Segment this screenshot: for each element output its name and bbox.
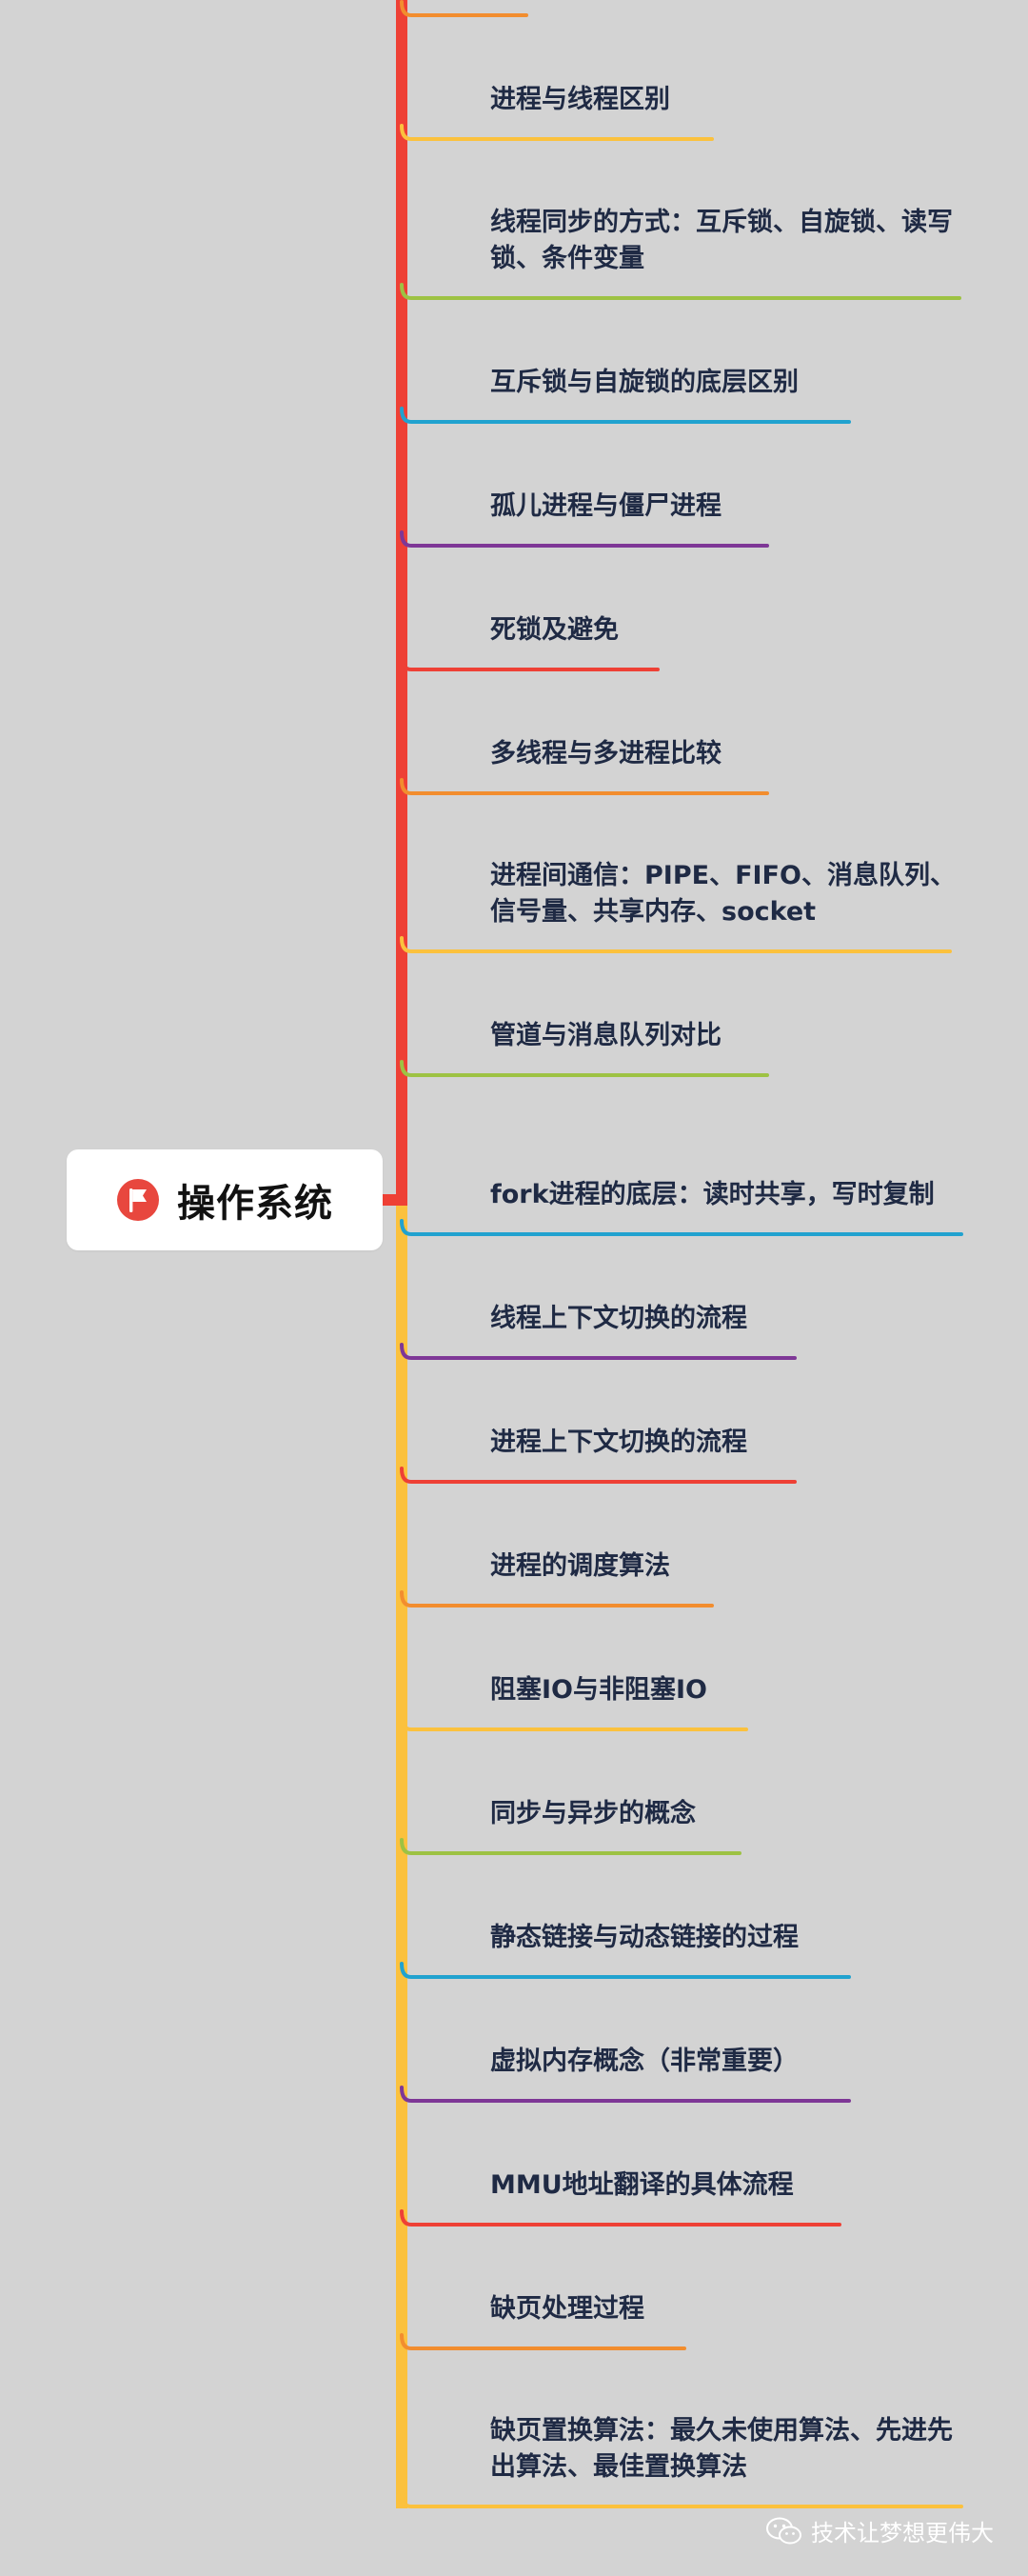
branch-line (400, 1060, 769, 1077)
branch-label[interactable]: 缺页处理过程 (490, 2291, 966, 2327)
branch-label[interactable]: 阻塞IO与非阻塞IO (490, 1672, 966, 1708)
branch-line (400, 2333, 686, 2350)
branch-label[interactable]: 缺页置换算法：最久未使用算法、先进先出算法、最佳置换算法 (490, 2413, 966, 2486)
root-node[interactable]: 操作系统 (67, 1149, 383, 1250)
spine-lower (396, 1200, 407, 2508)
branch-label[interactable]: fork进程的底层：读时共享，写时复制 (490, 1177, 966, 1213)
spine-upper (396, 0, 407, 1200)
branch-label[interactable]: 同步与异步的概念 (490, 1796, 966, 1832)
branch-line (400, 1219, 963, 1236)
branch-label[interactable]: 线程上下文切换的流程 (490, 1301, 966, 1337)
branch-label[interactable]: 管道与消息队列对比 (490, 1018, 966, 1054)
branch-line (400, 1343, 797, 1360)
branch-line (400, 124, 714, 141)
branch-label[interactable]: 多线程与多进程比较 (490, 736, 966, 772)
branch-line (400, 1838, 741, 1855)
branch-label[interactable]: 互斥锁与自旋锁的底层区别 (490, 365, 966, 401)
branch-label[interactable]: 死锁及避免 (490, 612, 966, 649)
branch-line (400, 778, 769, 795)
branch-line (400, 0, 528, 17)
branch-line (400, 2086, 851, 2103)
branch-line (400, 1590, 714, 1608)
branch-line (400, 2209, 841, 2227)
branch-line (400, 1962, 851, 1979)
root-connector (383, 1194, 407, 1206)
branch-line (400, 2491, 963, 2508)
branch-line (400, 936, 952, 953)
watermark-text: 技术让梦想更伟大 (811, 2520, 994, 2546)
flag-icon (117, 1179, 159, 1221)
branch-line (400, 530, 769, 548)
branch-line (400, 407, 851, 424)
wechat-icon (766, 2517, 801, 2544)
branch-label[interactable]: 进程的调度算法 (490, 1548, 966, 1585)
watermark: 技术让梦想更伟大 (765, 2514, 994, 2547)
branch-line (400, 1467, 797, 1484)
branch-label[interactable]: 线程同步的方式：互斥锁、自旋锁、读写锁、条件变量 (490, 205, 966, 277)
branch-line (400, 1714, 748, 1731)
branch-label[interactable]: 静态链接与动态链接的过程 (490, 1920, 966, 1956)
branch-label[interactable]: 进程间通信：PIPE、FIFO、消息队列、信号量、共享内存、socket (490, 858, 966, 930)
branch-label[interactable]: 孤儿进程与僵尸进程 (490, 489, 966, 525)
branch-label[interactable]: 虚拟内存概念（非常重要） (490, 2044, 966, 2080)
root-title: 操作系统 (177, 1182, 333, 1226)
branch-label[interactable]: 进程与线程区别 (490, 82, 966, 118)
branch-label[interactable]: MMU地址翻译的具体流程 (490, 2167, 966, 2204)
branch-line (400, 283, 961, 300)
branch-label[interactable]: 进程上下文切换的流程 (490, 1425, 966, 1461)
branch-line (400, 654, 660, 671)
